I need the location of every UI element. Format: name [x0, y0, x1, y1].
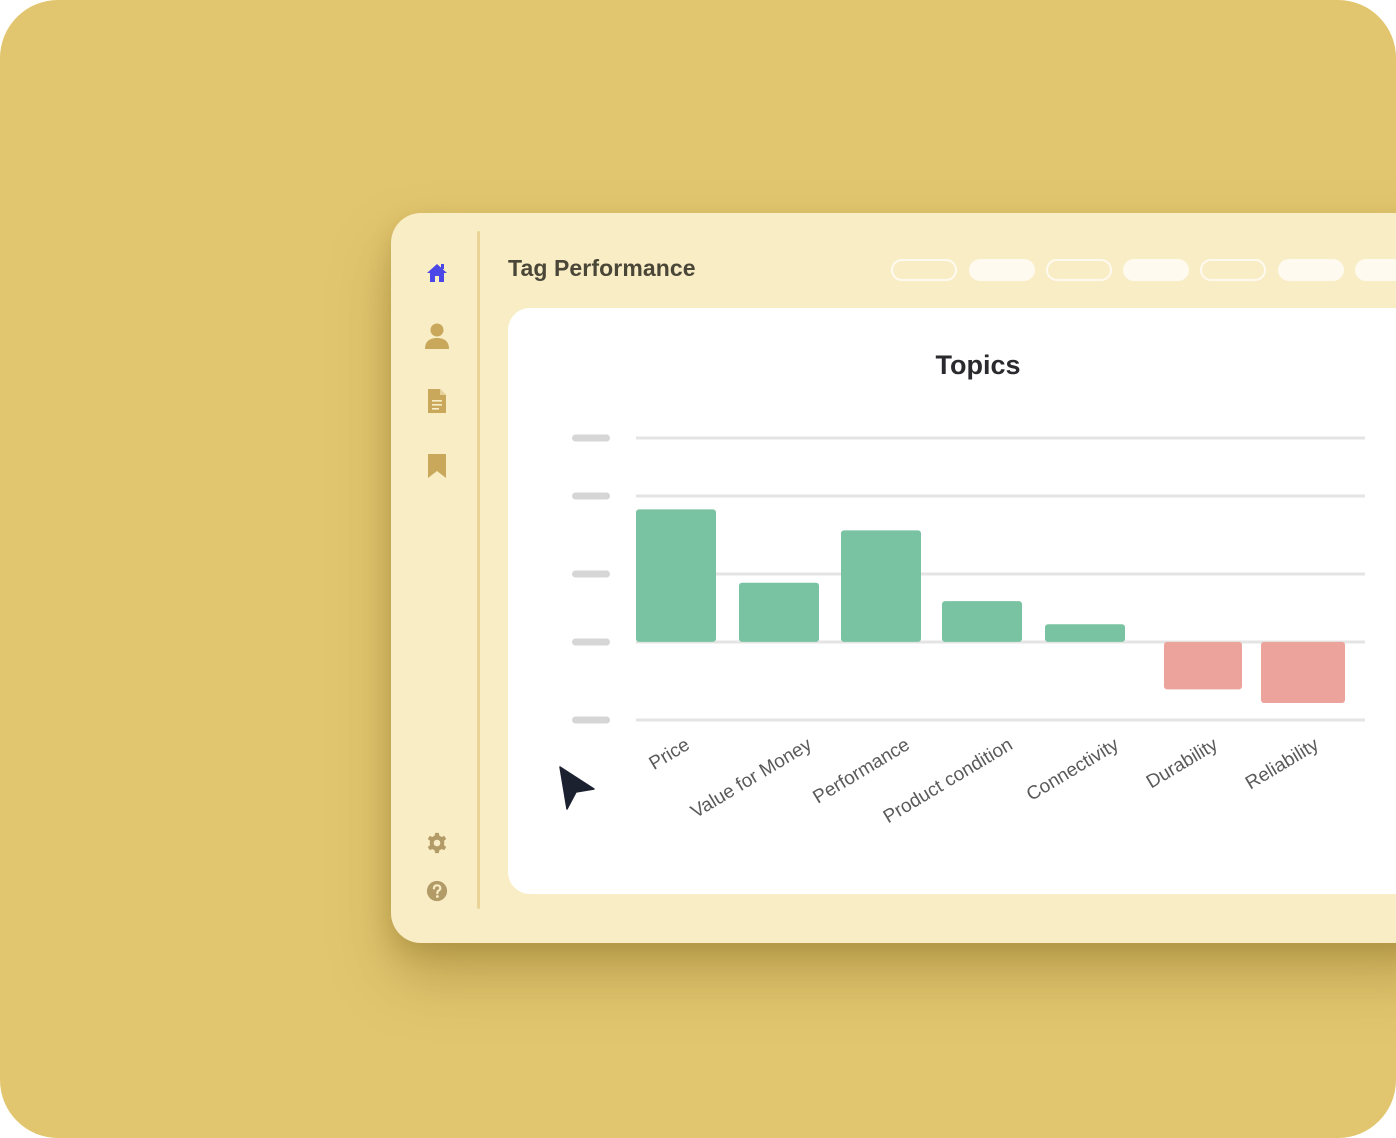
- document-icon: [428, 389, 446, 413]
- filter-pill[interactable]: [1200, 259, 1266, 281]
- filter-pill[interactable]: [1046, 259, 1112, 281]
- background-canvas: Tag Performance Topics Price Value for Mo…: [0, 0, 1396, 1138]
- filter-pill[interactable]: [1355, 259, 1396, 281]
- bar-connectivity[interactable]: [1045, 624, 1125, 642]
- filter-pill[interactable]: [1123, 259, 1189, 281]
- gear-icon: [427, 832, 447, 854]
- y-tick-placeholder: [572, 434, 610, 442]
- x-axis-label: Price: [646, 734, 694, 774]
- filter-pill[interactable]: [1278, 259, 1344, 281]
- mouse-cursor-icon: [558, 764, 598, 814]
- sidebar-item-documents[interactable]: [421, 385, 453, 417]
- bar-product-condition[interactable]: [942, 601, 1022, 642]
- sidebar-item-settings[interactable]: [421, 827, 453, 859]
- filter-pill[interactable]: [891, 259, 957, 281]
- filter-pill[interactable]: [969, 259, 1035, 281]
- sidebar-item-home[interactable]: [421, 257, 453, 289]
- app-window: Tag Performance Topics Price Value for Mo…: [391, 213, 1396, 943]
- y-tick-placeholder: [572, 716, 610, 724]
- sidebar-item-help[interactable]: [421, 875, 453, 907]
- chart-card: Topics Price Value for Money Performance Pr…: [508, 308, 1396, 894]
- x-axis-label: Durability: [1143, 734, 1222, 793]
- sidebar-item-bookmarks[interactable]: [421, 450, 453, 482]
- x-axis-label: Reliability: [1242, 734, 1323, 794]
- bookmark-icon: [428, 454, 446, 478]
- y-tick-placeholder: [572, 638, 610, 646]
- bar-value-for-money[interactable]: [739, 582, 819, 642]
- user-icon: [425, 323, 449, 349]
- page-title: Tag Performance: [508, 255, 696, 281]
- topics-bar-chart: Topics PriceValue for MoneyPerformancePr…: [572, 350, 1365, 828]
- y-tick-placeholder: [572, 570, 610, 578]
- x-axis-label: Performance: [810, 734, 914, 808]
- bar-performance[interactable]: [841, 530, 921, 642]
- bar-reliability[interactable]: [1261, 641, 1345, 704]
- sidebar-divider: [477, 231, 480, 909]
- chart-title: Topics: [935, 350, 1020, 380]
- bar-price[interactable]: [636, 509, 716, 642]
- help-icon: [426, 880, 448, 902]
- y-tick-placeholder: [572, 492, 610, 500]
- bar-durability[interactable]: [1164, 641, 1242, 690]
- home-icon: [427, 264, 447, 282]
- x-axis-label: Connectivity: [1023, 734, 1123, 806]
- x-axis-label: Value for Money: [687, 734, 816, 823]
- sidebar-item-profile[interactable]: [421, 320, 453, 352]
